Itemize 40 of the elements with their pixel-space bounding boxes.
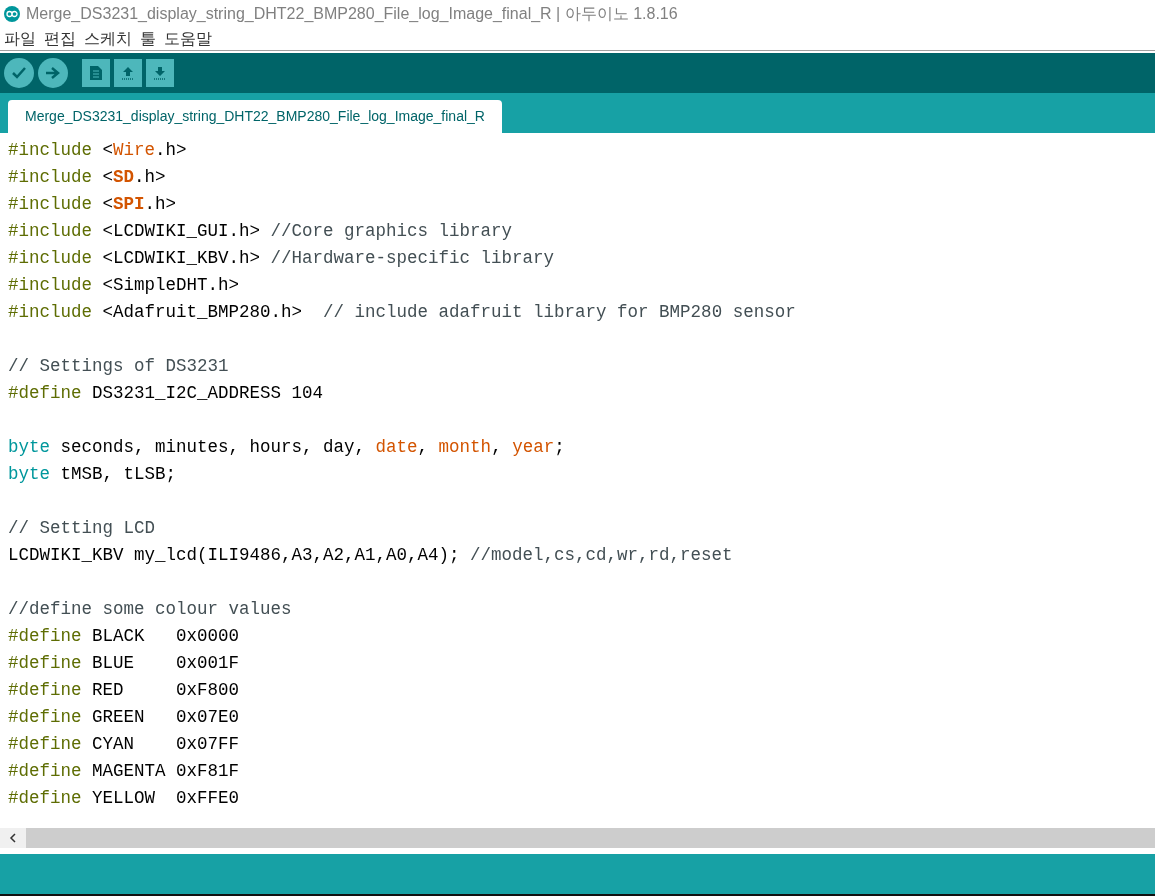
code-line: #include <LCDWIKI_GUI.h> //Core graphics library bbox=[8, 220, 513, 243]
right-arrow-icon bbox=[45, 66, 61, 80]
code-line: #include <LCDWIKI_KBV.h> //Hardware-specific library bbox=[8, 247, 555, 270]
menu-item[interactable]: 스케치 bbox=[84, 26, 132, 51]
code-line: #define DS3231_I2C_ADDRESS 104 bbox=[8, 382, 324, 405]
document-icon bbox=[89, 65, 103, 81]
code-line: byte tMSB, tLSB; bbox=[8, 463, 177, 486]
down-arrow-icon bbox=[152, 65, 168, 81]
menu-item[interactable]: 파일 bbox=[4, 26, 36, 51]
checkmark-icon bbox=[11, 66, 27, 80]
code-line: #include <Wire.h> bbox=[8, 139, 187, 162]
code-line: #define RED 0xF800 bbox=[8, 679, 240, 702]
menu-item[interactable]: 도움말 bbox=[164, 26, 212, 51]
up-arrow-icon bbox=[120, 65, 136, 81]
code-line: #define MAGENTA 0xF81F bbox=[8, 760, 240, 783]
code-line: // Setting LCD bbox=[8, 517, 156, 540]
code-line: byte seconds, minutes, hours, day, date, month, year; bbox=[8, 436, 565, 459]
menu-item[interactable]: 편집 bbox=[44, 26, 76, 51]
code-line: #define BLACK 0x0000 bbox=[8, 625, 240, 648]
code-line: #include <SD.h> bbox=[8, 166, 166, 189]
code-line: #define YELLOW 0xFFE0 bbox=[8, 787, 240, 810]
code-line: // Settings of DS3231 bbox=[8, 355, 229, 378]
code-line: #define BLUE 0x001F bbox=[8, 652, 240, 675]
code-line: #include <SimpleDHT.h> bbox=[8, 274, 240, 297]
window-title: Merge_DS3231_display_string_DHT22_BMP280_File_log_Image_final_R | 아두이노 1.8.16 bbox=[26, 3, 678, 24]
menu-item[interactable]: 툴 bbox=[140, 26, 156, 51]
code-line: #include <Adafruit_BMP280.h> // include adafruit library for BMP280 sensor bbox=[8, 301, 796, 324]
horizontal-scrollbar[interactable] bbox=[0, 828, 1155, 848]
app-logo-icon bbox=[4, 5, 20, 22]
verify-button[interactable] bbox=[4, 58, 34, 88]
code-line: #include <SPI.h> bbox=[8, 193, 177, 216]
code-line: LCDWIKI_KBV my_lcd(ILI9486,A3,A2,A1,A0,A4); //model,cs,cd,wr,rd,reset bbox=[8, 544, 733, 567]
code-line: #define CYAN 0x07FF bbox=[8, 733, 240, 756]
upload-button[interactable] bbox=[38, 58, 68, 88]
code-line: #define GREEN 0x07E0 bbox=[8, 706, 240, 729]
save-button[interactable] bbox=[146, 59, 174, 87]
open-button[interactable] bbox=[114, 59, 142, 87]
file-tab[interactable]: Merge_DS3231_display_string_DHT22_BMP280_File_log_Image_final_R bbox=[8, 100, 502, 133]
new-sketch-button[interactable] bbox=[82, 59, 110, 87]
code-line: //define some colour values bbox=[8, 598, 292, 621]
